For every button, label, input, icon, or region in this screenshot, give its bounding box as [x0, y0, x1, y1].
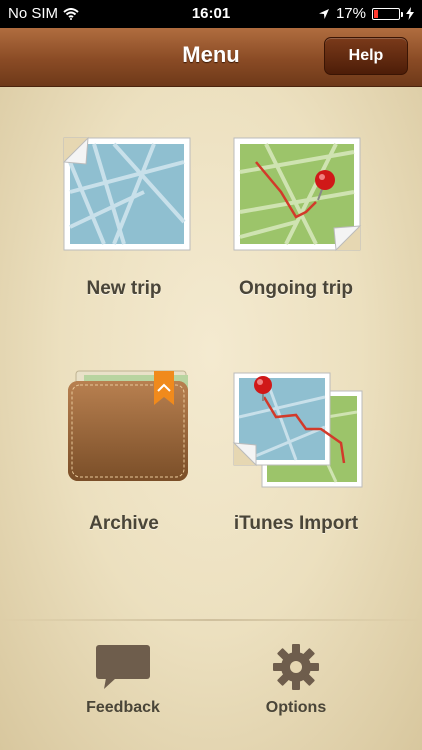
new-trip-label: New trip: [86, 278, 162, 299]
speech-bubble-icon: [96, 645, 150, 689]
new-trip-tile[interactable]: New trip: [29, 132, 219, 342]
wallet-icon: [68, 370, 188, 481]
ongoing-trip-tile[interactable]: Ongoing trip: [201, 132, 391, 342]
charging-bolt-icon: [406, 7, 414, 20]
itunes-import-label: iTunes Import: [233, 513, 359, 534]
battery-percent: 17%: [335, 5, 366, 22]
divider: [0, 619, 422, 621]
ongoing-trip-label: Ongoing trip: [239, 278, 353, 299]
gear-icon: [273, 644, 319, 690]
route-map-icon: [233, 137, 362, 252]
location-arrow-icon: [318, 8, 329, 19]
feedback-label: Feedback: [86, 699, 160, 716]
archive-label: Archive: [89, 513, 159, 534]
help-button[interactable]: Help: [324, 37, 408, 75]
battery-fill: [374, 9, 378, 18]
navigation-bar: Menu Help: [0, 28, 422, 87]
status-bar: No SIM 16:01 17%: [0, 0, 422, 28]
options-label: Options: [265, 699, 327, 716]
import-maps-icon: [232, 372, 363, 488]
feedback-button[interactable]: Feedback: [63, 643, 183, 733]
options-button[interactable]: Options: [236, 643, 356, 733]
map-icon: [62, 136, 191, 251]
archive-tile[interactable]: Archive: [29, 367, 219, 577]
status-right: 17%: [318, 5, 414, 22]
battery-icon: [372, 7, 403, 20]
itunes-import-tile[interactable]: iTunes Import: [201, 367, 391, 577]
